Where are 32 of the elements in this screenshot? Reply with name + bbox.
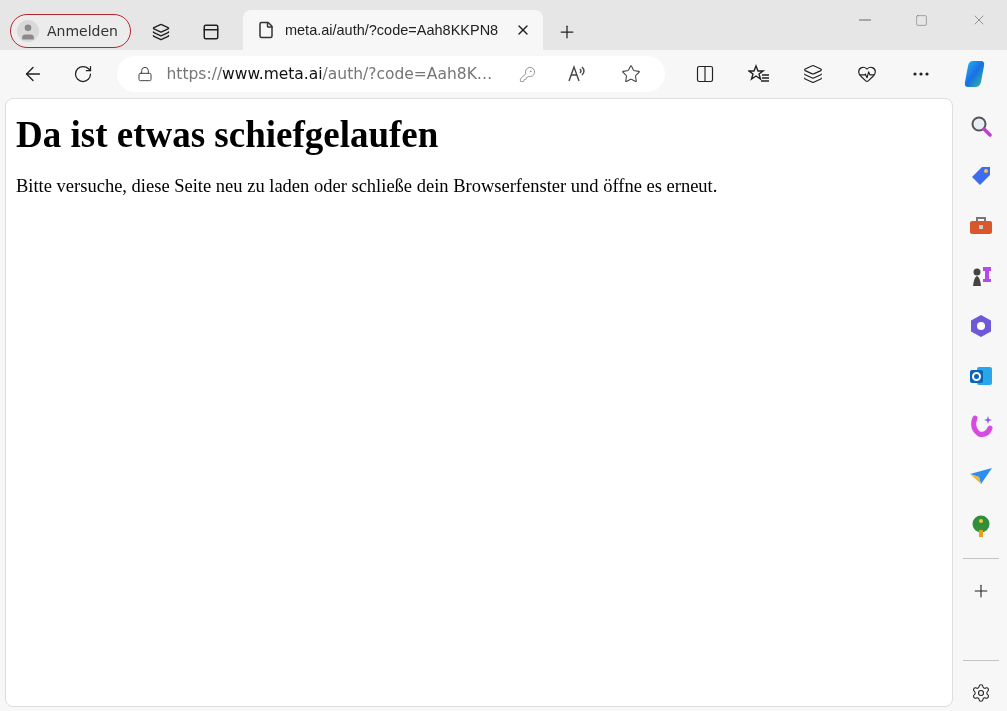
tree-icon <box>970 514 992 538</box>
search-icon <box>970 115 992 137</box>
page-icon <box>256 21 275 39</box>
minimize-icon <box>858 19 871 21</box>
paper-plane-icon <box>969 466 993 486</box>
layers-icon <box>802 64 823 84</box>
tag-icon <box>970 165 992 187</box>
ring-logo-icon <box>970 314 992 338</box>
error-message: Bitte versuche, diese Seite neu zu laden oder schließe dein Browserfenster und öffne es erneut. <box>16 176 719 197</box>
profile-button[interactable]: Anmelden <box>10 14 131 48</box>
address-bar[interactable]: https://www.meta.ai/auth/?code=Aah8K… <box>116 56 665 92</box>
magnet-sparkle-icon <box>969 414 993 438</box>
read-aloud-icon <box>566 64 587 84</box>
lock-icon <box>136 66 153 82</box>
settings-icon <box>971 683 991 703</box>
maximize-icon <box>915 13 928 27</box>
panel-icon <box>201 23 220 41</box>
refresh-icon <box>72 64 93 84</box>
heart-pulse-icon <box>856 64 877 84</box>
star-icon <box>620 64 641 84</box>
split-screen-icon <box>694 64 715 84</box>
avatar-icon <box>17 20 39 42</box>
toolbox-icon <box>969 216 993 236</box>
more-icon <box>912 72 929 76</box>
url-text: https://www.meta.ai/auth/?code=Aah8K… <box>166 65 494 83</box>
star-list-icon <box>747 64 770 84</box>
error-heading: Da ist etwas schiefgelaufen <box>16 113 440 156</box>
tab-title: meta.ai/auth/?code=Aah8KKPN8 <box>284 22 500 38</box>
browser-tab[interactable]: meta.ai/auth/?code=Aah8KKPN8 <box>242 10 543 50</box>
mail-icon <box>969 365 993 387</box>
layers-icon <box>151 23 170 41</box>
key-icon <box>519 65 537 83</box>
